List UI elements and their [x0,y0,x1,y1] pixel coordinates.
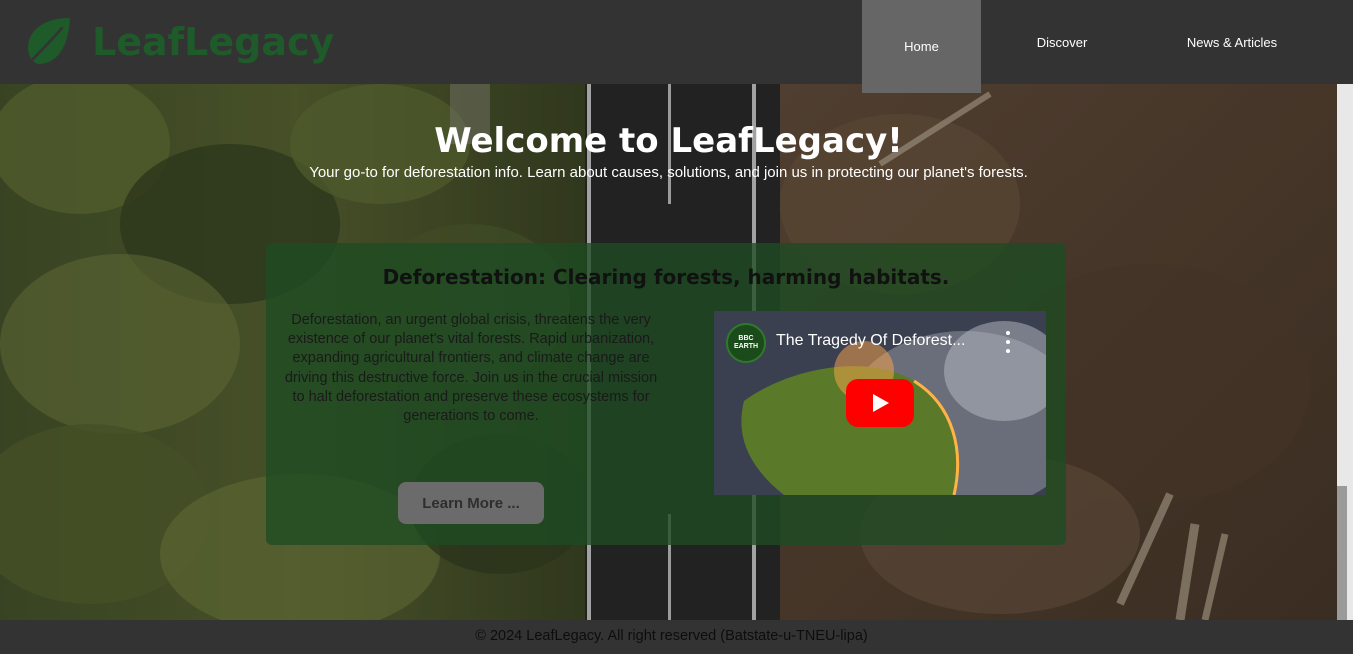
leaf-icon [24,18,70,68]
nav-home[interactable]: Home [862,0,981,93]
brand-name: LeafLegacy [92,20,335,64]
youtube-play-icon[interactable] [846,379,914,427]
copyright-text: © 2024 LeafLegacy. All right reserved (B… [475,628,868,644]
channel-avatar[interactable]: BBC EARTH [726,323,766,363]
channel-badge-text: BBC EARTH [733,335,759,350]
video-title[interactable]: The Tragedy Of Deforest... [776,332,965,350]
logo[interactable]: LeafLegacy [24,16,334,68]
learn-more-button[interactable]: Learn More ... [398,482,544,524]
more-vert-icon[interactable] [1002,331,1014,353]
card-title: Deforestation: Clearing forests, harming… [382,265,950,289]
scrollbar-thumb[interactable] [1337,486,1347,620]
nav-discover[interactable]: Discover [981,0,1143,84]
hero-title: Welcome to LeafLegacy! [434,121,903,161]
site-header: LeafLegacy Home Discover News & Articles [0,0,1353,93]
nav-news-articles[interactable]: News & Articles [1143,0,1321,84]
card-body-text: Deforestation, an urgent global crisis, … [284,312,658,425]
main-nav: Home Discover News & Articles [862,0,1321,93]
deforestation-card: Deforestation: Clearing forests, harming… [266,243,1066,545]
hero-subtitle: Your go-to for deforestation info. Learn… [309,164,1028,181]
site-footer: © 2024 LeafLegacy. All right reserved (B… [0,620,1353,654]
youtube-embed[interactable]: BBC EARTH The Tragedy Of Deforest... [714,311,1046,495]
